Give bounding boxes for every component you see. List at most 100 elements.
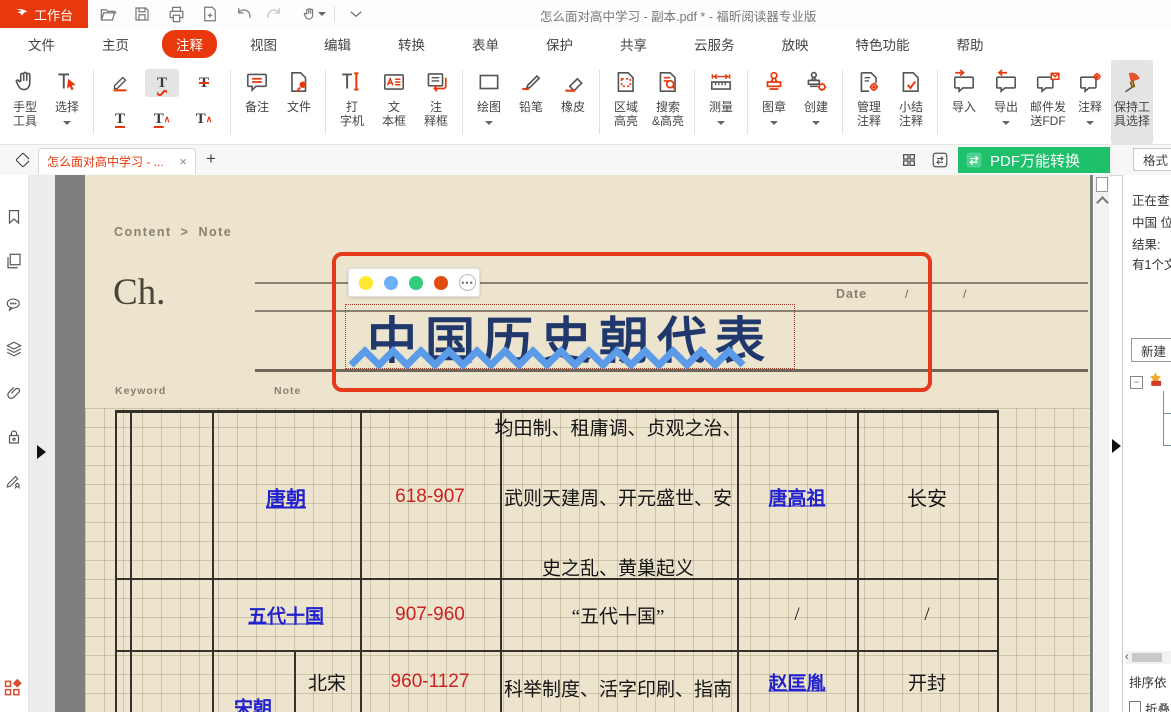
highlight-tool[interactable] <box>103 69 137 97</box>
security-panel-icon[interactable] <box>5 428 23 446</box>
tab-close-icon[interactable]: × <box>179 154 187 169</box>
menu-convert[interactable]: 转换 <box>384 30 439 58</box>
measure-button[interactable]: 测量 <box>700 60 742 144</box>
tab-switch-icon[interactable] <box>931 151 949 169</box>
layers-panel-icon[interactable] <box>5 340 23 358</box>
founder-link[interactable]: 赵匡胤 <box>768 669 825 696</box>
menu-comment[interactable]: 注释 <box>162 30 217 58</box>
pdf-convert-button[interactable]: PDF万能转换 <box>958 147 1110 173</box>
scrollbar-thumb[interactable] <box>1096 177 1108 192</box>
foxit-logo-icon <box>15 7 29 21</box>
signature-panel-icon[interactable] <box>5 472 23 490</box>
eraser-mode-icon[interactable] <box>12 152 29 169</box>
pencil-button[interactable]: 铅笔 <box>510 60 552 144</box>
squiggly-underline-tool[interactable]: T <box>145 69 179 97</box>
new-tab-button[interactable]: + <box>206 149 216 169</box>
pages-panel-icon[interactable] <box>5 252 23 270</box>
menu-view[interactable]: 视图 <box>236 30 291 58</box>
bookmarks-panel-icon[interactable] <box>5 208 23 226</box>
menu-protect[interactable]: 保护 <box>532 30 587 58</box>
textbox-button[interactable]: 文 本框 <box>373 60 415 144</box>
replace-text-tool[interactable]: T∧ <box>145 105 179 133</box>
founder-link[interactable]: 唐高祖 <box>768 484 825 511</box>
open-file-icon[interactable] <box>96 3 120 25</box>
collapse-checkbox[interactable] <box>1129 701 1141 712</box>
create-dropdown-arrow[interactable] <box>812 121 820 125</box>
tab-grid-view-icon[interactable] <box>901 152 917 168</box>
search-highlight-button[interactable]: 搜索 &高亮 <box>647 60 689 144</box>
strikeout-tool[interactable]: T <box>187 69 221 97</box>
print-icon[interactable] <box>164 3 188 25</box>
workspace-button[interactable]: 工作台 <box>0 0 88 28</box>
document-scrollbar[interactable] <box>1094 175 1109 712</box>
stamp-dropdown-arrow[interactable] <box>770 121 778 125</box>
eraser-button[interactable]: 橡皮 <box>552 60 594 144</box>
comments-panel-icon[interactable] <box>5 296 23 314</box>
customize-toolbar-icon[interactable] <box>344 3 368 25</box>
menu-present[interactable]: 放映 <box>768 30 823 58</box>
comment-dropdown-arrow[interactable] <box>1086 121 1094 125</box>
redo-icon[interactable] <box>262 3 286 25</box>
attachments-panel-icon[interactable] <box>5 384 23 402</box>
sticky-note-button[interactable]: 备注 <box>236 60 278 144</box>
export-dropdown-arrow[interactable] <box>1002 121 1010 125</box>
horizontal-scrollbar-thumb[interactable] <box>1132 653 1162 662</box>
color-swatch-green[interactable] <box>409 276 423 290</box>
hand-mode-dropdown[interactable] <box>295 3 331 25</box>
new-document-icon[interactable] <box>198 3 222 25</box>
stamp-button[interactable]: 图章 <box>753 60 795 144</box>
file-attachment-button[interactable]: 文件 <box>278 60 320 144</box>
select-tool-button[interactable]: 选择 <box>46 60 88 144</box>
export-comments-button[interactable]: 导出 <box>985 60 1027 144</box>
dynasty-link[interactable]: 唐朝 <box>266 483 306 512</box>
menu-file[interactable]: 文件 <box>14 30 69 58</box>
measure-dropdown-arrow[interactable] <box>717 121 725 125</box>
save-icon[interactable] <box>130 3 154 25</box>
underline-tool[interactable]: T <box>103 105 137 133</box>
callout-button[interactable]: 注 释框 <box>415 60 457 144</box>
color-swatch-blue[interactable] <box>384 276 398 290</box>
pdf-page[interactable]: Content > Note Ch. Date / / ••• 中国历史朝代表 <box>85 175 1090 712</box>
panel-horizontal-scrollbar[interactable]: ‹ <box>1125 651 1171 664</box>
insert-text-tool[interactable]: T∧ <box>187 105 221 133</box>
color-swatch-red[interactable] <box>434 276 448 290</box>
create-stamp-button[interactable]: 创建 <box>795 60 837 144</box>
menu-cloud[interactable]: 云服务 <box>680 30 749 58</box>
document-tab[interactable]: 怎么面对高中学习 - ... × <box>38 148 196 174</box>
keep-tool-selected-button[interactable]: 保持工 具选择 <box>1111 60 1153 144</box>
menu-form[interactable]: 表单 <box>458 30 513 58</box>
summarize-comments-button[interactable]: 小结 注释 <box>890 60 932 144</box>
menu-help[interactable]: 帮助 <box>943 30 998 58</box>
scroll-left-icon[interactable]: ‹ <box>1125 652 1129 663</box>
area-highlight-button[interactable]: 区域 高亮 <box>605 60 647 144</box>
expand-left-panel-handle[interactable] <box>37 445 46 459</box>
undo-icon[interactable] <box>231 3 255 25</box>
menu-edit[interactable]: 编辑 <box>310 30 365 58</box>
dynasty-link[interactable]: 五代十国 <box>248 602 324 629</box>
email-fdf-button[interactable]: 邮件发 送FDF <box>1027 60 1069 144</box>
menu-share[interactable]: 共享 <box>606 30 661 58</box>
menu-home[interactable]: 主页 <box>88 30 143 58</box>
hand-tool-button[interactable]: 手型 工具 <box>4 60 46 144</box>
menu-features[interactable]: 特色功能 <box>842 30 924 58</box>
comment-settings-button[interactable]: 注释 <box>1069 60 1111 144</box>
file-attachment-icon <box>286 69 312 95</box>
drawing-button[interactable]: 绘图 <box>468 60 510 144</box>
tree-collapse-icon[interactable]: − <box>1130 376 1143 389</box>
new-search-button[interactable]: 新建 <box>1131 338 1171 362</box>
color-swatch-yellow[interactable] <box>359 276 373 290</box>
dynasty-link[interactable]: 宋朝 <box>234 694 272 712</box>
export-comments-icon <box>993 69 1019 95</box>
sort-by-label: 排序依 <box>1129 672 1167 691</box>
expand-right-panel-handle[interactable] <box>1112 439 1121 453</box>
typewriter-button[interactable]: 打 字机 <box>331 60 373 144</box>
select-dropdown-arrow[interactable] <box>63 121 71 125</box>
drawing-dropdown-arrow[interactable] <box>485 121 493 125</box>
more-colors-button[interactable]: ••• <box>459 274 476 291</box>
panel-layout-icon[interactable] <box>3 678 21 696</box>
import-comments-button[interactable]: 导入 <box>943 60 985 144</box>
result-document-icon <box>1147 371 1164 388</box>
scroll-up-icon[interactable] <box>1096 196 1109 209</box>
manage-comments-button[interactable]: 管理 注释 <box>848 60 890 144</box>
format-panel-button[interactable]: 格式 <box>1133 148 1171 171</box>
